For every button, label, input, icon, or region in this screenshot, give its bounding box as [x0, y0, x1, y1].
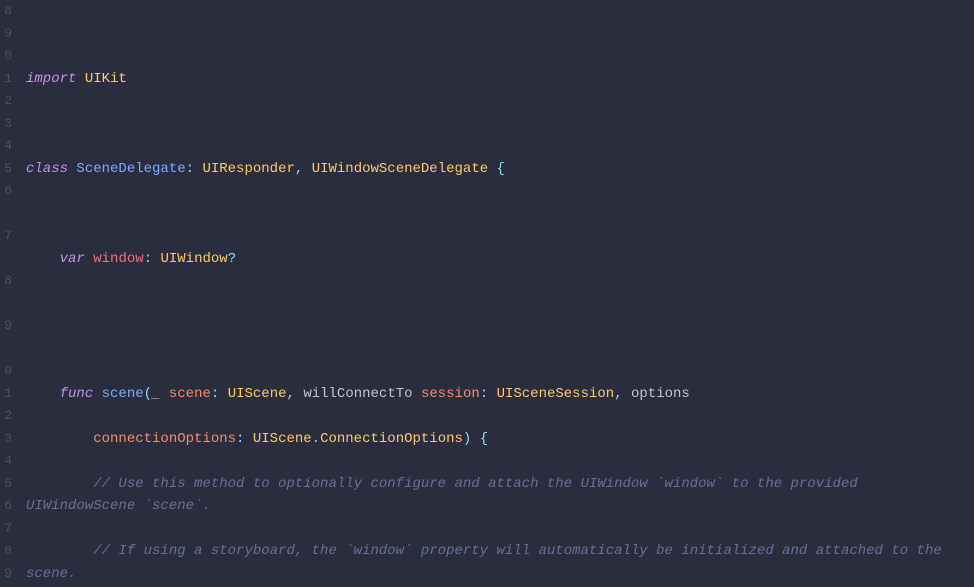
- code-line[interactable]: class SceneDelegate: UIResponder, UIWind…: [26, 158, 974, 181]
- code-line[interactable]: func scene(_ scene: UIScene, willConnect…: [26, 383, 974, 406]
- punct: (: [144, 386, 152, 402]
- type-ref: UIResponder: [202, 161, 294, 177]
- line-number: 4: [0, 135, 14, 158]
- line-number: 7: [0, 518, 14, 541]
- code-line[interactable]: [26, 293, 974, 316]
- code-line[interactable]: [26, 338, 974, 361]
- line-number: 3: [0, 428, 14, 451]
- line-number: 9: [0, 315, 14, 338]
- line-number: 1: [0, 68, 14, 91]
- underscore: _: [152, 386, 160, 402]
- keyword-import: import: [26, 71, 76, 87]
- punct: ,: [614, 386, 622, 402]
- code-line[interactable]: // Use this method to optionally configu…: [26, 473, 974, 518]
- class-name: SceneDelegate: [76, 161, 185, 177]
- punct: ?: [228, 251, 236, 267]
- code-line[interactable]: [26, 113, 974, 136]
- line-number: 3: [0, 113, 14, 136]
- punct: {: [480, 431, 488, 447]
- param-name: connectionOptions: [93, 431, 236, 447]
- line-number: [0, 203, 14, 226]
- comment: // Use this method to optionally configu…: [26, 476, 866, 515]
- type-ref: ConnectionOptions: [320, 431, 463, 447]
- module-name: UIKit: [85, 71, 127, 87]
- keyword-func: func: [60, 386, 94, 402]
- punct: ): [463, 431, 471, 447]
- code-line[interactable]: // If using a storyboard, the `window` p…: [26, 540, 974, 585]
- type-ref: UIScene: [228, 386, 287, 402]
- line-number: 8: [0, 270, 14, 293]
- type-ref: UISceneSession: [497, 386, 615, 402]
- punct: .: [312, 431, 320, 447]
- comment: // If using a storyboard, the `window` p…: [26, 543, 950, 582]
- line-number: 9: [0, 563, 14, 586]
- line-number: 6: [0, 495, 14, 518]
- param-label: willConnectTo: [303, 386, 412, 402]
- code-line[interactable]: [26, 203, 974, 226]
- line-number: 8: [0, 540, 14, 563]
- line-number: 0: [0, 360, 14, 383]
- punct: ,: [295, 161, 303, 177]
- line-number: 8: [0, 0, 14, 23]
- code-line-wrap[interactable]: connectionOptions: UIScene.ConnectionOpt…: [26, 428, 974, 451]
- line-number: 6: [0, 180, 14, 203]
- line-number: 4: [0, 450, 14, 473]
- property-name: window: [93, 251, 143, 267]
- code-line[interactable]: import UIKit: [26, 68, 974, 91]
- punct: ,: [287, 386, 295, 402]
- punct: :: [480, 386, 488, 402]
- punct: :: [211, 386, 219, 402]
- param-name: session: [421, 386, 480, 402]
- type-ref: UIWindow: [160, 251, 227, 267]
- line-number: [0, 338, 14, 361]
- keyword-var: var: [60, 251, 85, 267]
- func-name: scene: [102, 386, 144, 402]
- punct: :: [236, 431, 244, 447]
- line-number-gutter: 8 9 0 1 2 3 4 5 6 7 8 9 0 1 2 3 4 5 6 7 …: [0, 0, 14, 587]
- line-number: [0, 248, 14, 271]
- line-number: 2: [0, 405, 14, 428]
- line-number: 2: [0, 90, 14, 113]
- code-line[interactable]: [26, 23, 974, 46]
- punct: :: [186, 161, 194, 177]
- code-line[interactable]: var window: UIWindow?: [26, 248, 974, 271]
- param-label: options: [631, 386, 690, 402]
- param-name: scene: [169, 386, 211, 402]
- type-ref: UIWindowSceneDelegate: [312, 161, 488, 177]
- type-ref: UIScene: [253, 431, 312, 447]
- line-number: 0: [0, 45, 14, 68]
- code-editor: 8 9 0 1 2 3 4 5 6 7 8 9 0 1 2 3 4 5 6 7 …: [0, 0, 974, 587]
- line-number: 1: [0, 383, 14, 406]
- line-number: 7: [0, 225, 14, 248]
- line-number: 5: [0, 473, 14, 496]
- line-number: 5: [0, 158, 14, 181]
- keyword-class: class: [26, 161, 68, 177]
- line-number: 9: [0, 23, 14, 46]
- code-area[interactable]: import UIKit class SceneDelegate: UIResp…: [14, 0, 974, 587]
- punct: :: [144, 251, 152, 267]
- line-number: [0, 293, 14, 316]
- punct: {: [497, 161, 505, 177]
